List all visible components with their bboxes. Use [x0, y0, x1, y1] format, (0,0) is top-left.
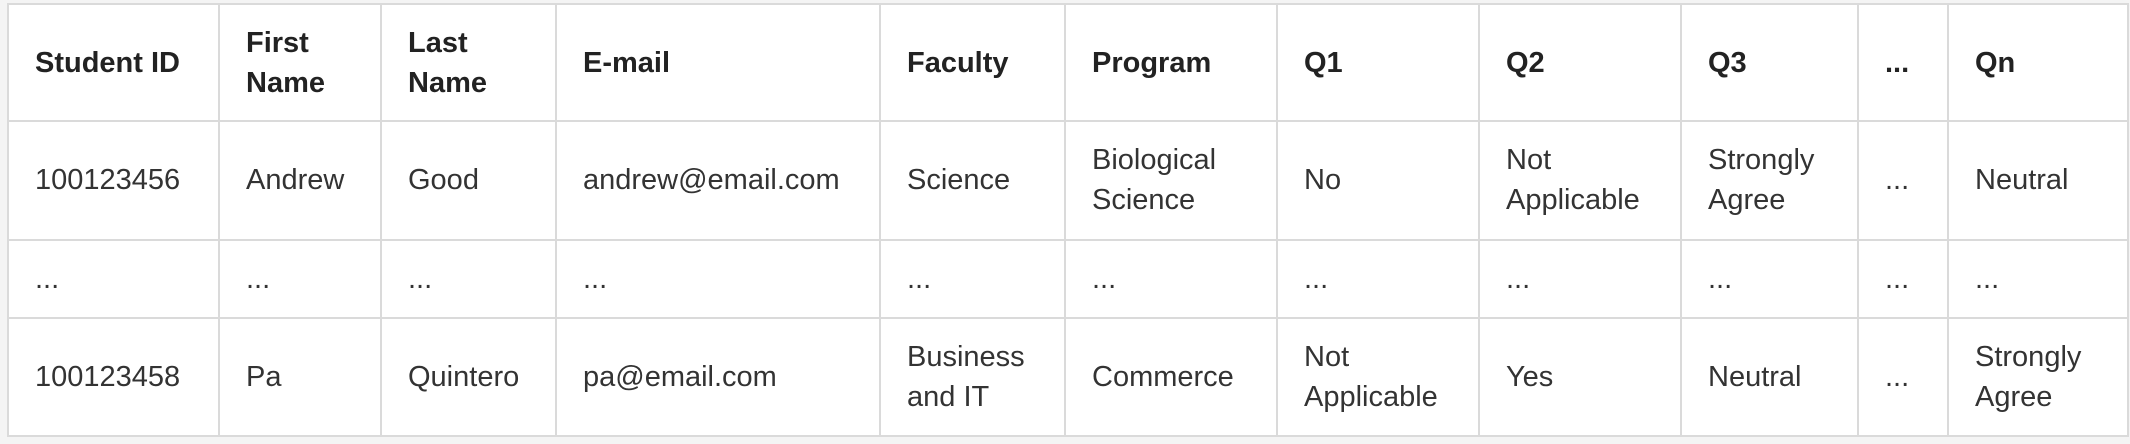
header-label: Q2: [1506, 46, 1545, 79]
header-label: Last Name: [408, 26, 487, 99]
table-cell: ...: [380, 238, 557, 319]
cell-text: Neutral: [1975, 164, 2069, 197]
table-cell: Pa: [218, 316, 382, 438]
cell-text: ...: [1708, 262, 1733, 295]
cell-text: Business and IT: [907, 340, 1025, 413]
table-cell: ...: [7, 238, 220, 319]
cell-text: ...: [583, 262, 608, 295]
table-cell: Quintero: [380, 316, 557, 438]
cell-text: andrew@email.com: [583, 164, 840, 197]
header-label: Qn: [1975, 46, 2016, 79]
header-cell: E-mail: [555, 2, 881, 123]
table-row: 100123456 Andrew Good andrew@email.com S…: [7, 120, 2129, 241]
cell-text: 100123456: [35, 164, 181, 197]
table-row: 100123458 Pa Quintero pa@email.com Busin…: [7, 316, 2129, 438]
header-cell: Q3: [1680, 2, 1859, 123]
table-cell: ...: [1947, 238, 2129, 319]
cell-text: ...: [1885, 262, 1910, 295]
table-cell: Yes: [1478, 316, 1682, 438]
cell-text: 100123458: [35, 360, 181, 393]
table-cell: Not Applicable: [1478, 120, 1682, 241]
table-cell: Commerce: [1064, 316, 1278, 438]
cell-text: Neutral: [1708, 360, 1802, 393]
table-cell: ...: [879, 238, 1066, 319]
header-cell: Faculty: [879, 2, 1066, 123]
header-cell: Last Name: [380, 2, 557, 123]
cell-text: Strongly Agree: [1975, 340, 2082, 413]
cell-text: Pa: [246, 360, 282, 393]
header-cell: First Name: [218, 2, 382, 123]
cell-text: ...: [1304, 262, 1329, 295]
cell-text: Good: [408, 164, 479, 197]
cell-text: ...: [246, 262, 271, 295]
cell-text: ...: [1885, 164, 1910, 197]
cell-text: ...: [1975, 262, 2000, 295]
cell-text: ...: [907, 262, 932, 295]
header-label: Student ID: [35, 46, 180, 79]
table-cell: ...: [1276, 238, 1480, 319]
table-cell: Neutral: [1680, 316, 1859, 438]
cell-text: Biological Science: [1092, 144, 1217, 217]
table-cell: ...: [1680, 238, 1859, 319]
survey-table: Student ID First Name Last Name E-mail F…: [7, 2, 2129, 438]
cell-text: Not Applicable: [1304, 340, 1438, 413]
table-cell: Neutral: [1947, 120, 2129, 241]
header-cell: Q1: [1276, 2, 1480, 123]
table-cell: 100123456: [7, 120, 220, 241]
table-cell: Biological Science: [1064, 120, 1278, 241]
cell-text: Commerce: [1092, 360, 1234, 393]
header-cell: Student ID: [7, 2, 220, 123]
table-cell: ...: [1857, 316, 1949, 438]
cell-text: Yes: [1506, 360, 1554, 393]
table-row: ... ... ... ... ... ... ... ... ... ... …: [7, 238, 2129, 319]
table-cell: andrew@email.com: [555, 120, 881, 241]
table-cell: Strongly Agree: [1680, 120, 1859, 241]
cell-text: Quintero: [408, 360, 520, 393]
table-cell: ...: [1478, 238, 1682, 319]
table-cell: ...: [1857, 238, 1949, 319]
header-label: Q1: [1304, 46, 1343, 79]
header-label: E-mail: [583, 46, 671, 79]
header-label: Program: [1092, 46, 1212, 79]
table-cell: Andrew: [218, 120, 382, 241]
header-cell: ...: [1857, 2, 1949, 123]
table-cell: Not Applicable: [1276, 316, 1480, 438]
cell-text: ...: [35, 262, 60, 295]
header-label: Q3: [1708, 46, 1747, 79]
header-cell: Qn: [1947, 2, 2129, 123]
table-cell: Business and IT: [879, 316, 1066, 438]
cell-text: pa@email.com: [583, 360, 777, 393]
cell-text: ...: [408, 262, 433, 295]
header-cell: Program: [1064, 2, 1278, 123]
cell-text: Strongly Agree: [1708, 144, 1815, 217]
cell-text: Andrew: [246, 164, 345, 197]
table-cell: Science: [879, 120, 1066, 241]
header-label: First Name: [246, 26, 325, 99]
table-cell: No: [1276, 120, 1480, 241]
table-cell: pa@email.com: [555, 316, 881, 438]
table-cell: Strongly Agree: [1947, 316, 2129, 438]
header-cell: Q2: [1478, 2, 1682, 123]
cell-text: ...: [1092, 262, 1117, 295]
table-cell: ...: [555, 238, 881, 319]
table-cell: 100123458: [7, 316, 220, 438]
header-label: ...: [1885, 46, 1910, 79]
cell-text: Not Applicable: [1506, 144, 1640, 217]
table-cell: ...: [218, 238, 382, 319]
cell-text: Science: [907, 164, 1011, 197]
table-cell: Good: [380, 120, 557, 241]
cell-text: ...: [1506, 262, 1531, 295]
cell-text: ...: [1885, 360, 1910, 393]
header-row: Student ID First Name Last Name E-mail F…: [7, 2, 2129, 123]
table-cell: ...: [1064, 238, 1278, 319]
header-label: Faculty: [907, 46, 1009, 79]
table-cell: ...: [1857, 120, 1949, 241]
cell-text: No: [1304, 164, 1342, 197]
